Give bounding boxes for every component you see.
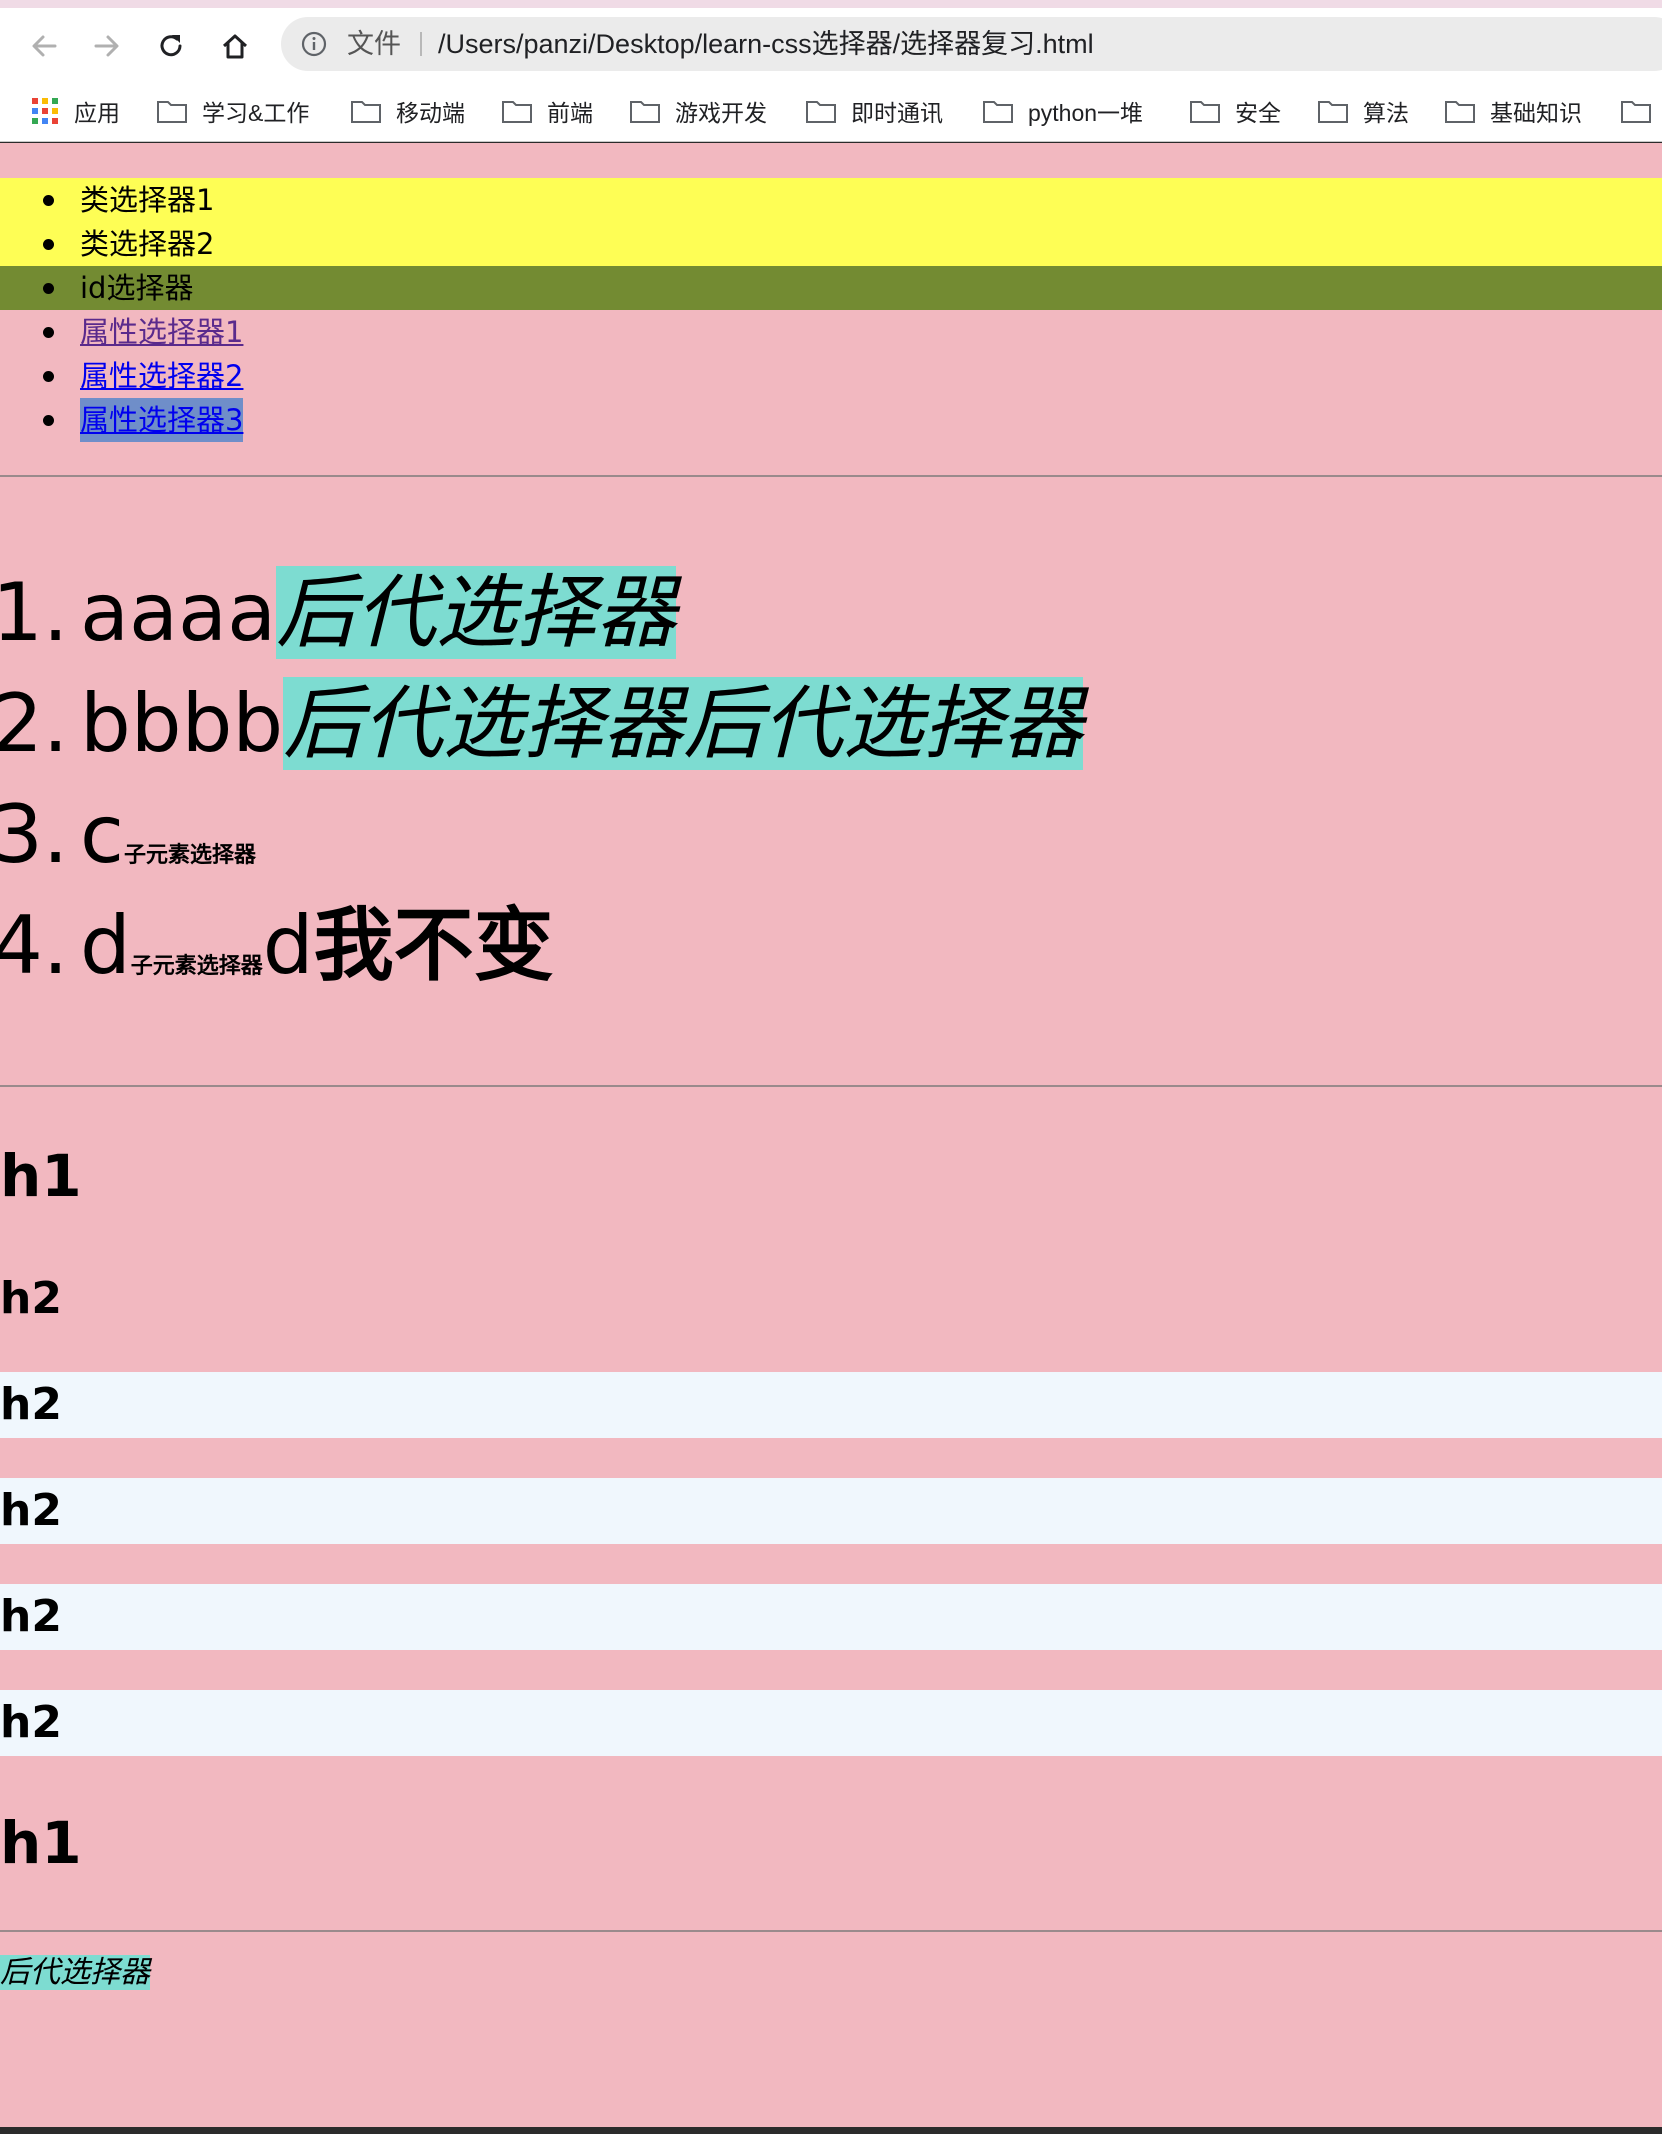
bookmarks-bar: 应用 学习&工作 移动端 前端 游戏开发 即时通讯 python一堆 安全 算法… (0, 80, 1662, 142)
bookmark-folder[interactable]: 游戏开发 (629, 80, 767, 142)
heading-h2-alt: h2 (0, 1372, 1662, 1438)
child-selector-text: 子元素选择器 (123, 843, 256, 868)
bookmark-folder[interactable]: 前端 (501, 80, 593, 142)
security-label: 文件 (347, 29, 401, 59)
bookmark-folder[interactable]: 安全 (1189, 80, 1281, 142)
list-item-id: id选择器 (0, 266, 1662, 310)
arrow-left-icon (32, 35, 57, 57)
attribute-link-2[interactable]: 属性选择器2 (80, 354, 243, 398)
info-icon[interactable] (301, 31, 327, 57)
bookmark-folder[interactable]: python一堆 (982, 80, 1143, 142)
list-item-class-2: 类选择器2 (0, 222, 1662, 266)
arrow-right-icon (94, 35, 119, 57)
ordered-list-number: 2. (0, 677, 69, 770)
bookmark-folder[interactable]: 移动端 (350, 80, 465, 142)
address-bar[interactable]: 文件 /Users/panzi/Desktop/learn-css选择器/选择器… (281, 17, 1662, 71)
bookmark-folder-overflow[interactable] (1620, 80, 1662, 142)
list-bullet (43, 283, 54, 294)
folder-icon (502, 101, 532, 123)
ordered-list-item-2: bbbb后代选择器后代选择器 (80, 669, 1084, 779)
descendant-selector-em: 后代选择器 (0, 1955, 150, 1990)
list-bullet (43, 239, 54, 250)
horizontal-rule (0, 1930, 1662, 1932)
heading-h2-alt: h2 (0, 1690, 1662, 1756)
descendant-selector-em: 后代选择器后代选择器 (283, 677, 1084, 770)
omnibox-divider (420, 32, 422, 56)
bookmark-label: 即时通讯 (851, 100, 943, 126)
bookmark-folder[interactable]: 算法 (1317, 80, 1409, 142)
list-item-text: aaaa (80, 566, 277, 659)
heading-h2-alt: h2 (0, 1584, 1662, 1650)
bookmark-label: 算法 (1363, 100, 1409, 126)
list-item-text: bbbb (80, 677, 284, 770)
reload-icon (160, 35, 182, 57)
descendant-selector-em: 后代选择器 (276, 566, 677, 659)
ordered-list-number: 1. (0, 566, 69, 659)
attribute-link-1[interactable]: 属性选择器1 (80, 310, 243, 354)
url-text[interactable]: /Users/panzi/Desktop/learn-css选择器/选择器复习.… (438, 17, 1094, 71)
list-item-text: 类选择器2 (80, 227, 215, 261)
list-bullet (43, 195, 54, 206)
list-item-attr-2: 属性选择器2 (0, 354, 1662, 398)
folder-icon (1621, 101, 1651, 123)
forward-button[interactable] (87, 26, 127, 66)
folder-icon (1445, 101, 1475, 123)
reload-button[interactable] (151, 26, 191, 66)
folder-icon (1318, 101, 1348, 123)
list-item-text: id选择器 (80, 271, 194, 305)
list-item-text: 类选择器1 (80, 183, 215, 217)
horizontal-rule (0, 1085, 1662, 1087)
unchanged-bold-text: 我不变 (313, 899, 554, 992)
folder-icon (1190, 101, 1220, 123)
list-bullet (43, 371, 54, 382)
bookmark-label: 移动端 (396, 100, 465, 126)
folder-icon (806, 101, 836, 123)
page-content: 类选择器1 类选择器2 id选择器 属性选择器1 属性选择器2 属性选择器3 1… (0, 143, 1662, 2127)
list-item-text: d (80, 899, 131, 992)
bookmark-label: 前端 (547, 100, 593, 126)
heading-h2-alt: h2 (0, 1478, 1662, 1544)
window-top-strip (0, 0, 1662, 8)
list-item-attr-3: 属性选择器3 (0, 398, 1662, 442)
back-button[interactable] (24, 26, 64, 66)
home-icon (222, 34, 248, 59)
apps-grid-icon (32, 98, 58, 124)
bookmark-label: 基础知识 (1490, 100, 1582, 126)
bookmark-folder[interactable]: 学习&工作 (156, 80, 309, 142)
ordered-list-item-1: aaaa后代选择器 (80, 558, 677, 668)
list-item-text: c (80, 788, 124, 881)
heading-h1: h1 (0, 1809, 82, 1877)
heading-h1: h1 (0, 1142, 82, 1210)
list-item-class-1: 类选择器1 (0, 178, 1662, 222)
bookmark-label: 安全 (1235, 100, 1281, 126)
bookmark-label: 应用 (74, 100, 120, 126)
ordered-list-number: 4. (0, 899, 69, 992)
folder-icon (351, 101, 381, 123)
browser-toolbar: 文件 /Users/panzi/Desktop/learn-css选择器/选择器… (0, 8, 1662, 80)
bookmark-apps[interactable]: 应用 (32, 80, 120, 142)
home-button[interactable] (215, 26, 255, 66)
child-selector-text: 子元素选择器 (130, 954, 263, 979)
ordered-list-number: 3. (0, 788, 69, 881)
ordered-list-item-4: d子元素选择器d我不变 (80, 891, 554, 1022)
bookmark-folder[interactable]: 即时通讯 (805, 80, 943, 142)
list-item-text: d (262, 899, 314, 992)
bookmark-folder[interactable]: 基础知识 (1444, 80, 1582, 142)
list-item-attr-1: 属性选择器1 (0, 310, 1662, 354)
bookmark-label: python一堆 (1028, 100, 1144, 126)
list-bullet (43, 415, 54, 426)
bookmark-label: 学习&工作 (202, 100, 310, 126)
folder-icon (630, 101, 660, 123)
heading-h2: h2 (0, 1273, 62, 1324)
folder-icon (157, 101, 187, 123)
bookmark-label: 游戏开发 (675, 100, 767, 126)
horizontal-rule (0, 475, 1662, 477)
folder-icon (983, 101, 1013, 123)
attribute-link-3[interactable]: 属性选择器3 (80, 398, 244, 442)
list-bullet (43, 327, 54, 338)
footer-descendant: 后代选择器 (0, 1951, 150, 1995)
